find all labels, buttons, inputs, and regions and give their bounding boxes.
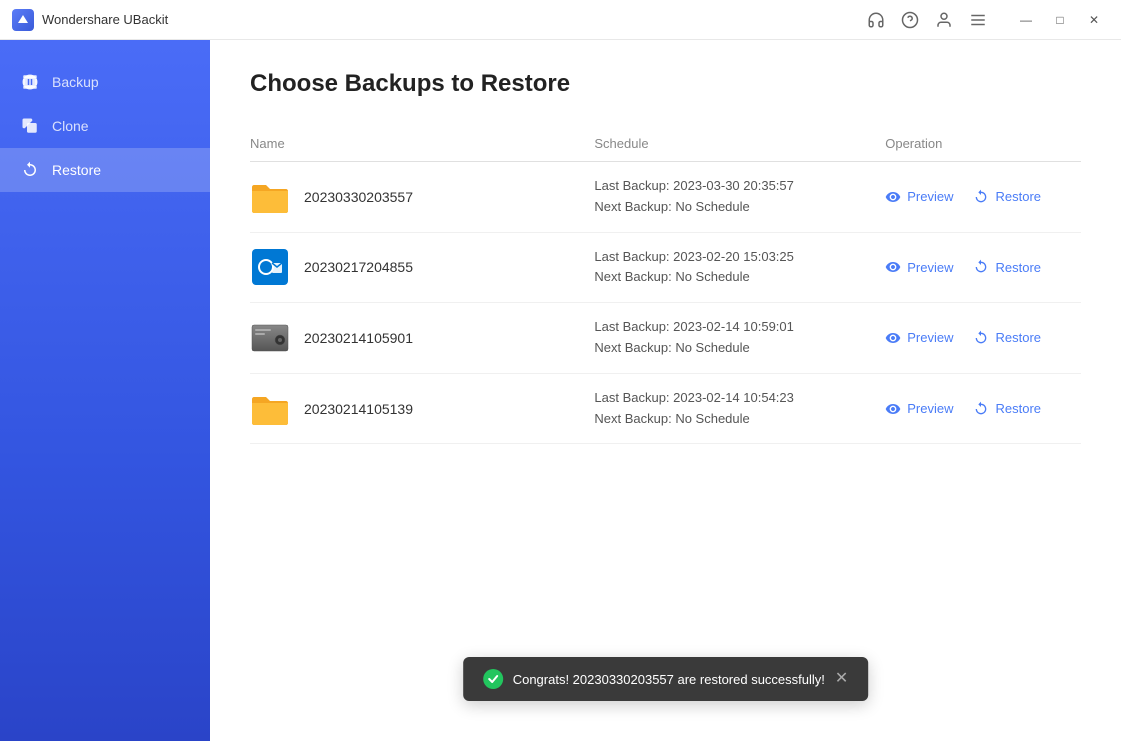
- menu-icon[interactable]: [969, 11, 987, 29]
- backup-name-wrapper: 20230214105139: [250, 391, 570, 427]
- sidebar: Backup Clone Restore: [0, 40, 210, 741]
- backup-schedule-cell: Last Backup: 2023-02-14 10:59:01 Next Bac…: [582, 303, 873, 374]
- backup-name-wrapper: 20230330203557: [250, 179, 570, 215]
- sidebar-item-restore-label: Restore: [52, 162, 101, 178]
- preview-button[interactable]: Preview: [885, 397, 953, 421]
- col-header-schedule: Schedule: [582, 128, 873, 162]
- backup-table: Name Schedule Operation 20230330203557 L…: [250, 128, 1081, 444]
- last-backup: Last Backup: 2023-02-14 10:54:23: [594, 390, 793, 405]
- restore-button[interactable]: Restore: [973, 255, 1041, 279]
- table-row: 20230330203557 Last Backup: 2023-03-30 2…: [250, 162, 1081, 233]
- page-title: Choose Backups to Restore: [250, 70, 1081, 98]
- col-header-operation: Operation: [873, 128, 1081, 162]
- preview-button[interactable]: Preview: [885, 255, 953, 279]
- table-row: 20230214105139 Last Backup: 2023-02-14 1…: [250, 373, 1081, 444]
- app-body: Backup Clone Restore Choose Backups to R…: [0, 40, 1121, 741]
- restore-button[interactable]: Restore: [973, 397, 1041, 421]
- operation-buttons: Preview Restore: [885, 326, 1069, 350]
- table-row: 20230217204855 Last Backup: 2023-02-20 1…: [250, 232, 1081, 303]
- col-header-name: Name: [250, 128, 582, 162]
- toast-close-button[interactable]: ✕: [835, 671, 848, 687]
- backup-schedule-cell: Last Backup: 2023-02-20 15:03:25 Next Bac…: [582, 232, 873, 303]
- restore-button[interactable]: Restore: [973, 185, 1041, 209]
- backup-type-icon: [250, 179, 290, 215]
- logo-icon: [12, 9, 34, 31]
- backup-operation-cell: Preview Restore: [873, 303, 1081, 374]
- backup-type-icon: [250, 391, 290, 427]
- titlebar: Wondershare UBackit — □ ✕: [0, 0, 1121, 40]
- sidebar-item-backup[interactable]: Backup: [0, 60, 210, 104]
- toast-notification: Congrats! 20230330203557 are restored su…: [463, 657, 869, 701]
- window-controls: — □ ✕: [1011, 5, 1109, 35]
- backup-operation-cell: Preview Restore: [873, 373, 1081, 444]
- backup-icon: [20, 72, 40, 92]
- sidebar-item-clone[interactable]: Clone: [0, 104, 210, 148]
- main-content: Choose Backups to Restore Name Schedule …: [210, 40, 1121, 741]
- table-row: 20230214105901 Last Backup: 2023-02-14 1…: [250, 303, 1081, 374]
- next-backup: Next Backup: No Schedule: [594, 340, 749, 355]
- backup-schedule-cell: Last Backup: 2023-03-30 20:35:57 Next Bac…: [582, 162, 873, 233]
- app-name: Wondershare UBackit: [42, 12, 168, 27]
- last-backup: Last Backup: 2023-02-14 10:59:01: [594, 319, 793, 334]
- backup-name-wrapper: 20230217204855: [250, 249, 570, 285]
- backup-operation-cell: Preview Restore: [873, 232, 1081, 303]
- backup-name-text: 20230217204855: [304, 259, 413, 275]
- next-backup: Next Backup: No Schedule: [594, 411, 749, 426]
- last-backup: Last Backup: 2023-03-30 20:35:57: [594, 178, 793, 193]
- maximize-button[interactable]: □: [1045, 5, 1075, 35]
- clone-icon: [20, 116, 40, 136]
- restore-icon: [20, 160, 40, 180]
- backup-name-wrapper: 20230214105901: [250, 320, 570, 356]
- preview-button[interactable]: Preview: [885, 185, 953, 209]
- operation-buttons: Preview Restore: [885, 397, 1069, 421]
- toast-message: Congrats! 20230330203557 are restored su…: [513, 672, 825, 687]
- last-backup: Last Backup: 2023-02-20 15:03:25: [594, 249, 793, 264]
- backup-operation-cell: Preview Restore: [873, 162, 1081, 233]
- user-icon[interactable]: [935, 11, 953, 29]
- help-icon[interactable]: [901, 11, 919, 29]
- close-button[interactable]: ✕: [1079, 5, 1109, 35]
- app-logo: Wondershare UBackit: [12, 9, 867, 31]
- backup-name-text: 20230214105901: [304, 330, 413, 346]
- backup-name-cell: 20230214105139: [250, 373, 582, 444]
- backup-name-cell: 20230217204855: [250, 232, 582, 303]
- titlebar-controls: — □ ✕: [867, 5, 1109, 35]
- table-header-row: Name Schedule Operation: [250, 128, 1081, 162]
- backup-schedule-cell: Last Backup: 2023-02-14 10:54:23 Next Bac…: [582, 373, 873, 444]
- toast-check-icon: [483, 669, 503, 689]
- restore-button[interactable]: Restore: [973, 326, 1041, 350]
- backup-type-icon: [250, 249, 290, 285]
- backup-name-text: 20230214105139: [304, 401, 413, 417]
- next-backup: Next Backup: No Schedule: [594, 199, 749, 214]
- backup-name-text: 20230330203557: [304, 189, 413, 205]
- sidebar-item-restore[interactable]: Restore: [0, 148, 210, 192]
- next-backup: Next Backup: No Schedule: [594, 269, 749, 284]
- operation-buttons: Preview Restore: [885, 255, 1069, 279]
- backup-type-icon: [250, 320, 290, 356]
- backup-name-cell: 20230330203557: [250, 162, 582, 233]
- preview-button[interactable]: Preview: [885, 326, 953, 350]
- operation-buttons: Preview Restore: [885, 185, 1069, 209]
- minimize-button[interactable]: —: [1011, 5, 1041, 35]
- sidebar-item-backup-label: Backup: [52, 74, 99, 90]
- headset-icon[interactable]: [867, 11, 885, 29]
- backup-name-cell: 20230214105901: [250, 303, 582, 374]
- sidebar-item-clone-label: Clone: [52, 118, 89, 134]
